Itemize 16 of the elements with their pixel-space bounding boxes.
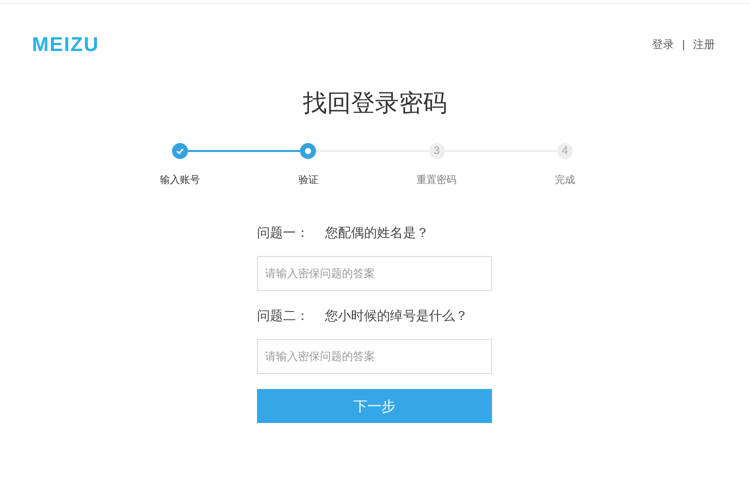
separator: | [682, 38, 685, 53]
question-text: 您小时候的绰号是什么？ [325, 307, 468, 325]
step-label: 输入账号 [160, 174, 200, 188]
page-title: 找回登录密码 [302, 89, 448, 119]
step-label: 完成 [554, 174, 575, 188]
step-number: 3 [428, 143, 445, 159]
answer-field[interactable]: 请输入密保问题的答案 [257, 339, 492, 374]
question-text: 您配偶的姓名是？ [325, 224, 429, 242]
question-label: 问题二： [257, 307, 310, 325]
step-label: 重置密码 [416, 174, 457, 188]
answer-field[interactable]: 请输入密保问题的答案 [257, 256, 492, 291]
question-label: 问题一： [257, 224, 310, 242]
header-link[interactable]: 登录 [652, 36, 674, 54]
header-link[interactable]: 注册 [693, 36, 715, 54]
step-number: 4 [556, 143, 573, 159]
step-label: 验证 [298, 174, 318, 188]
